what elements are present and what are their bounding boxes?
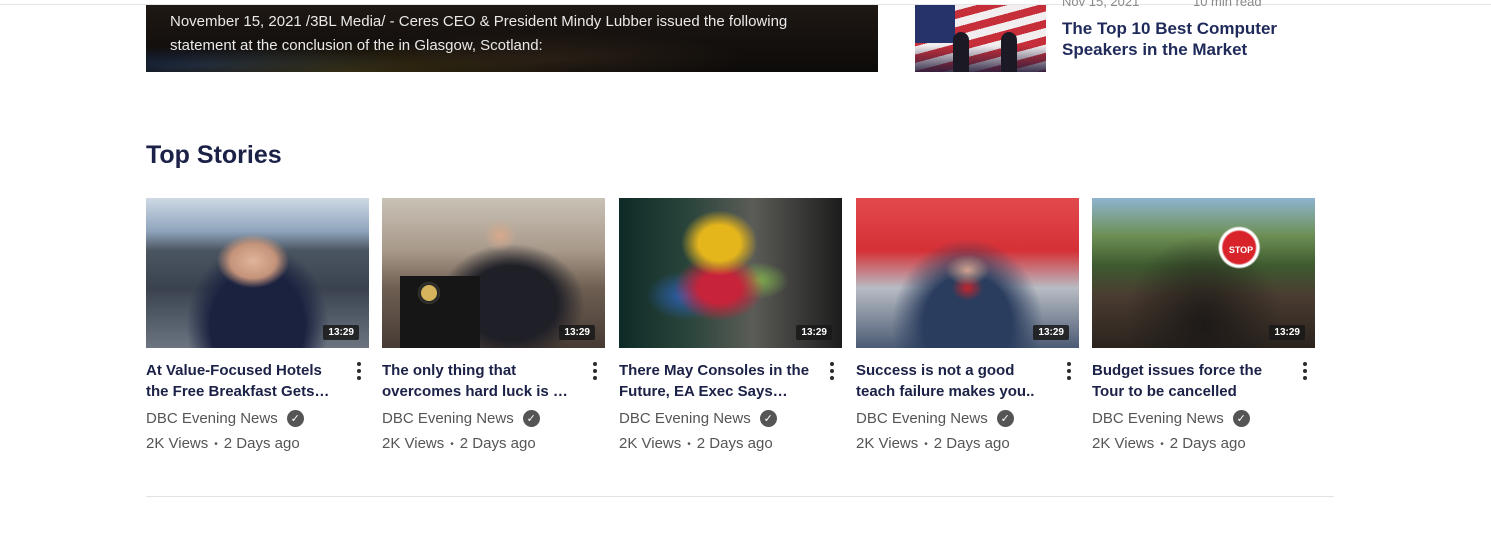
- story-channel: DBC Evening News ✓: [382, 410, 605, 427]
- channel-name[interactable]: DBC Evening News: [619, 410, 751, 427]
- story-card[interactable]: STOP 13:29 Budget issues force the Tour …: [1092, 198, 1315, 452]
- side-article-meta: Nov 15, 2021 10 min read: [1062, 0, 1262, 9]
- story-channel: DBC Evening News ✓: [856, 410, 1079, 427]
- channel-name[interactable]: DBC Evening News: [1092, 410, 1224, 427]
- verified-check-icon: ✓: [759, 410, 777, 427]
- video-duration: 13:29: [559, 325, 595, 340]
- side-article-read-time: 10 min read: [1192, 0, 1262, 9]
- story-card[interactable]: 13:29 The only thing that overcomes hard…: [382, 198, 605, 452]
- story-title[interactable]: Success is not a good teach failure make…: [856, 360, 1052, 402]
- story-thumbnail[interactable]: 13:29: [619, 198, 842, 348]
- publish-age: 2 Days ago: [459, 435, 536, 452]
- story-stats: 2K Views • 2 Days ago: [146, 435, 300, 452]
- verified-check-icon: ✓: [996, 410, 1014, 427]
- video-duration: 13:29: [796, 325, 832, 340]
- side-article-thumbnail[interactable]: [915, 5, 1046, 72]
- section-title: Top Stories: [146, 141, 282, 169]
- view-count: 2K Views: [1092, 435, 1155, 452]
- story-thumbnail[interactable]: 13:29: [856, 198, 1079, 348]
- story-title[interactable]: Budget issues force the Tour to be cance…: [1092, 360, 1288, 402]
- side-article-date: Nov 15, 2021: [1062, 0, 1140, 9]
- story-title[interactable]: The only thing that overcomes hard luck …: [382, 360, 578, 402]
- story-thumbnail[interactable]: 13:29: [146, 198, 369, 348]
- video-duration: 13:29: [1269, 325, 1305, 340]
- view-count: 2K Views: [856, 435, 919, 452]
- story-channel: DBC Evening News ✓: [619, 410, 842, 427]
- verified-check-icon: ✓: [286, 410, 304, 427]
- story-channel: DBC Evening News ✓: [146, 410, 369, 427]
- kebab-menu-icon[interactable]: [822, 360, 842, 382]
- story-stats: 2K Views • 2 Days ago: [619, 435, 773, 452]
- view-count: 2K Views: [146, 435, 209, 452]
- channel-name[interactable]: DBC Evening News: [856, 410, 988, 427]
- view-count: 2K Views: [382, 435, 445, 452]
- publish-age: 2 Days ago: [933, 435, 1010, 452]
- story-channel: DBC Evening News ✓: [1092, 410, 1315, 427]
- channel-name[interactable]: DBC Evening News: [382, 410, 514, 427]
- video-duration: 13:29: [323, 325, 359, 340]
- verified-check-icon: ✓: [1232, 410, 1250, 427]
- publish-age: 2 Days ago: [223, 435, 300, 452]
- figure-silhouette: [953, 32, 969, 72]
- story-stats: 2K Views • 2 Days ago: [1092, 435, 1246, 452]
- story-thumbnail[interactable]: 13:29: [382, 198, 605, 348]
- kebab-menu-icon[interactable]: [1059, 360, 1079, 382]
- flag-canton: [915, 5, 955, 43]
- story-stats: 2K Views • 2 Days ago: [856, 435, 1010, 452]
- kebab-menu-icon[interactable]: [349, 360, 369, 382]
- story-card[interactable]: 13:29 At Value-Focused Hotels the Free B…: [146, 198, 369, 452]
- channel-name[interactable]: DBC Evening News: [146, 410, 278, 427]
- story-card[interactable]: 13:29 There May Consoles in the Future, …: [619, 198, 842, 452]
- publish-age: 2 Days ago: [696, 435, 773, 452]
- kebab-menu-icon[interactable]: [1295, 360, 1315, 382]
- featured-article-card[interactable]: November 15, 2021 /3BL Media/ - Ceres CE…: [146, 5, 878, 72]
- view-count: 2K Views: [619, 435, 682, 452]
- story-title[interactable]: At Value-Focused Hotels the Free Breakfa…: [146, 360, 342, 402]
- side-article-title[interactable]: The Top 10 Best Computer Speakers in the…: [1062, 18, 1292, 60]
- stop-sign-text: STOP: [1228, 245, 1254, 255]
- featured-article-excerpt: November 15, 2021 /3BL Media/ - Ceres CE…: [170, 13, 788, 54]
- figure-silhouette: [1001, 32, 1017, 72]
- video-duration: 13:29: [1033, 325, 1069, 340]
- story-card[interactable]: 13:29 Success is not a good teach failur…: [856, 198, 1079, 452]
- story-stats: 2K Views • 2 Days ago: [382, 435, 536, 452]
- publish-age: 2 Days ago: [1169, 435, 1246, 452]
- kebab-menu-icon[interactable]: [585, 360, 605, 382]
- story-title[interactable]: There May Consoles in the Future, EA Exe…: [619, 360, 815, 402]
- verified-check-icon: ✓: [522, 410, 540, 427]
- story-thumbnail[interactable]: STOP 13:29: [1092, 198, 1315, 348]
- section-divider: [146, 496, 1334, 497]
